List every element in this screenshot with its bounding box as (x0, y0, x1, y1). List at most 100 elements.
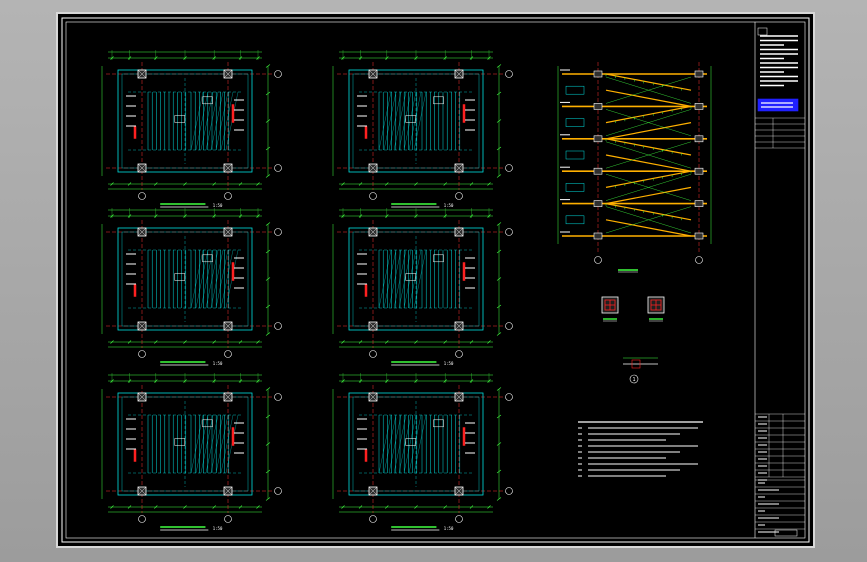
flight-hatch (398, 249, 412, 309)
axis-bubble (274, 228, 282, 236)
slab-column (593, 232, 603, 240)
flight-hatch (195, 91, 209, 151)
title-block[interactable] (754, 22, 805, 538)
company-logo-icon (757, 27, 768, 36)
flight-hatch (383, 249, 397, 309)
stair-section[interactable] (557, 62, 712, 273)
stair-flight (605, 105, 692, 124)
flight-hatch (378, 414, 392, 474)
flight-hatch (378, 249, 392, 309)
red-marker (133, 449, 137, 462)
inner-frame-border (65, 21, 806, 539)
flight-hatch (388, 91, 402, 151)
axis-bubble (505, 393, 513, 401)
flight-hatch (408, 249, 422, 309)
flight-hatch (215, 414, 229, 474)
flight-hatch (220, 414, 234, 474)
axis-bubble (369, 350, 377, 358)
stair-flight (605, 122, 692, 140)
red-marker (364, 284, 368, 297)
floor-plan-4[interactable]: 1:50 (332, 208, 513, 366)
axis-bubble (505, 322, 513, 330)
slab-column (694, 103, 704, 110)
floor-plan-6[interactable]: 1:50 (332, 373, 513, 531)
beam-section (565, 183, 585, 192)
beam-section (565, 118, 585, 127)
flight-hatch (220, 249, 234, 309)
red-marker (462, 427, 466, 446)
axis-bubble (505, 228, 513, 236)
slab-column (694, 167, 704, 175)
axis-bubble (369, 192, 377, 200)
detail-1[interactable] (601, 296, 619, 322)
flight-hatch (220, 91, 234, 151)
flight-hatch (408, 414, 422, 474)
plan-scale-label: 1:50 (213, 203, 223, 208)
flight-hatch (383, 414, 397, 474)
axis-bubble (274, 164, 282, 172)
slab-column (694, 200, 704, 207)
stair-flight (605, 186, 692, 205)
floor-plan-5[interactable]: 1:50 (101, 373, 282, 531)
flight-hatch (398, 91, 412, 151)
red-marker (462, 262, 466, 281)
axis-bubble (138, 350, 146, 358)
red-marker (364, 126, 368, 139)
landing-tag (174, 115, 186, 123)
floor-plan-3[interactable]: 1:50 (101, 208, 282, 366)
stair-flight (605, 203, 692, 221)
flight-hatch (200, 249, 214, 309)
red-marker (231, 427, 235, 446)
slab-column (593, 167, 603, 175)
flight-hatch (200, 91, 214, 151)
drawing-canvas[interactable]: 1:50 1:50 1:50 1:50 1:50 1:50 1 (58, 14, 813, 546)
axis-bubble (455, 350, 463, 358)
axis-bubble (138, 192, 146, 200)
section-caption (618, 269, 638, 273)
flight-hatch (190, 414, 204, 474)
flight-hatch (388, 249, 402, 309)
axis-bubble (274, 70, 282, 78)
stair-flight (605, 154, 692, 172)
axis-bubble (224, 515, 232, 523)
flight-hatch (215, 91, 229, 151)
landing-tag (174, 438, 186, 446)
stair-flight (605, 89, 692, 107)
flight-hatch (200, 414, 214, 474)
flight-hatch (195, 249, 209, 309)
slab-column (593, 200, 603, 207)
beam-section (565, 85, 585, 95)
flight-hatch (210, 91, 224, 151)
axis-bubble (138, 515, 146, 523)
flight-hatch (383, 91, 397, 151)
landing-tag (202, 419, 213, 428)
axis-bubble (369, 515, 377, 523)
axis-bubble (224, 192, 232, 200)
cad-viewport[interactable]: 1:50 1:50 1:50 1:50 1:50 1:50 1 (0, 0, 867, 562)
axis-bubble (505, 70, 513, 78)
axis-bubble (274, 487, 282, 495)
red-marker (231, 262, 235, 281)
floor-plan-2[interactable]: 1:50 (332, 50, 513, 208)
axis-bubble (505, 164, 513, 172)
red-marker (133, 126, 137, 139)
detail-marker-label: 1 (632, 377, 635, 383)
floor-plan-1[interactable]: 1:50 (101, 50, 282, 208)
landing-tag (202, 96, 213, 105)
axis-bubble (505, 487, 513, 495)
slab-column (694, 232, 704, 240)
flight-hatch (210, 249, 224, 309)
flight-hatch (190, 91, 204, 151)
plan-scale-label: 1:50 (444, 526, 454, 531)
drawing-title-highlight (757, 98, 799, 112)
drawing-sheet[interactable]: 1:50 1:50 1:50 1:50 1:50 1:50 1 (56, 12, 815, 548)
red-marker (462, 104, 466, 123)
flight-hatch (215, 249, 229, 309)
plan-scale-label: 1:50 (444, 203, 454, 208)
axis-bubble (455, 515, 463, 523)
detail-2[interactable] (647, 296, 665, 322)
drawing-number-box (774, 529, 798, 537)
red-marker (364, 449, 368, 462)
slab-column (694, 70, 704, 78)
member-detail[interactable]: 1 (623, 357, 658, 384)
